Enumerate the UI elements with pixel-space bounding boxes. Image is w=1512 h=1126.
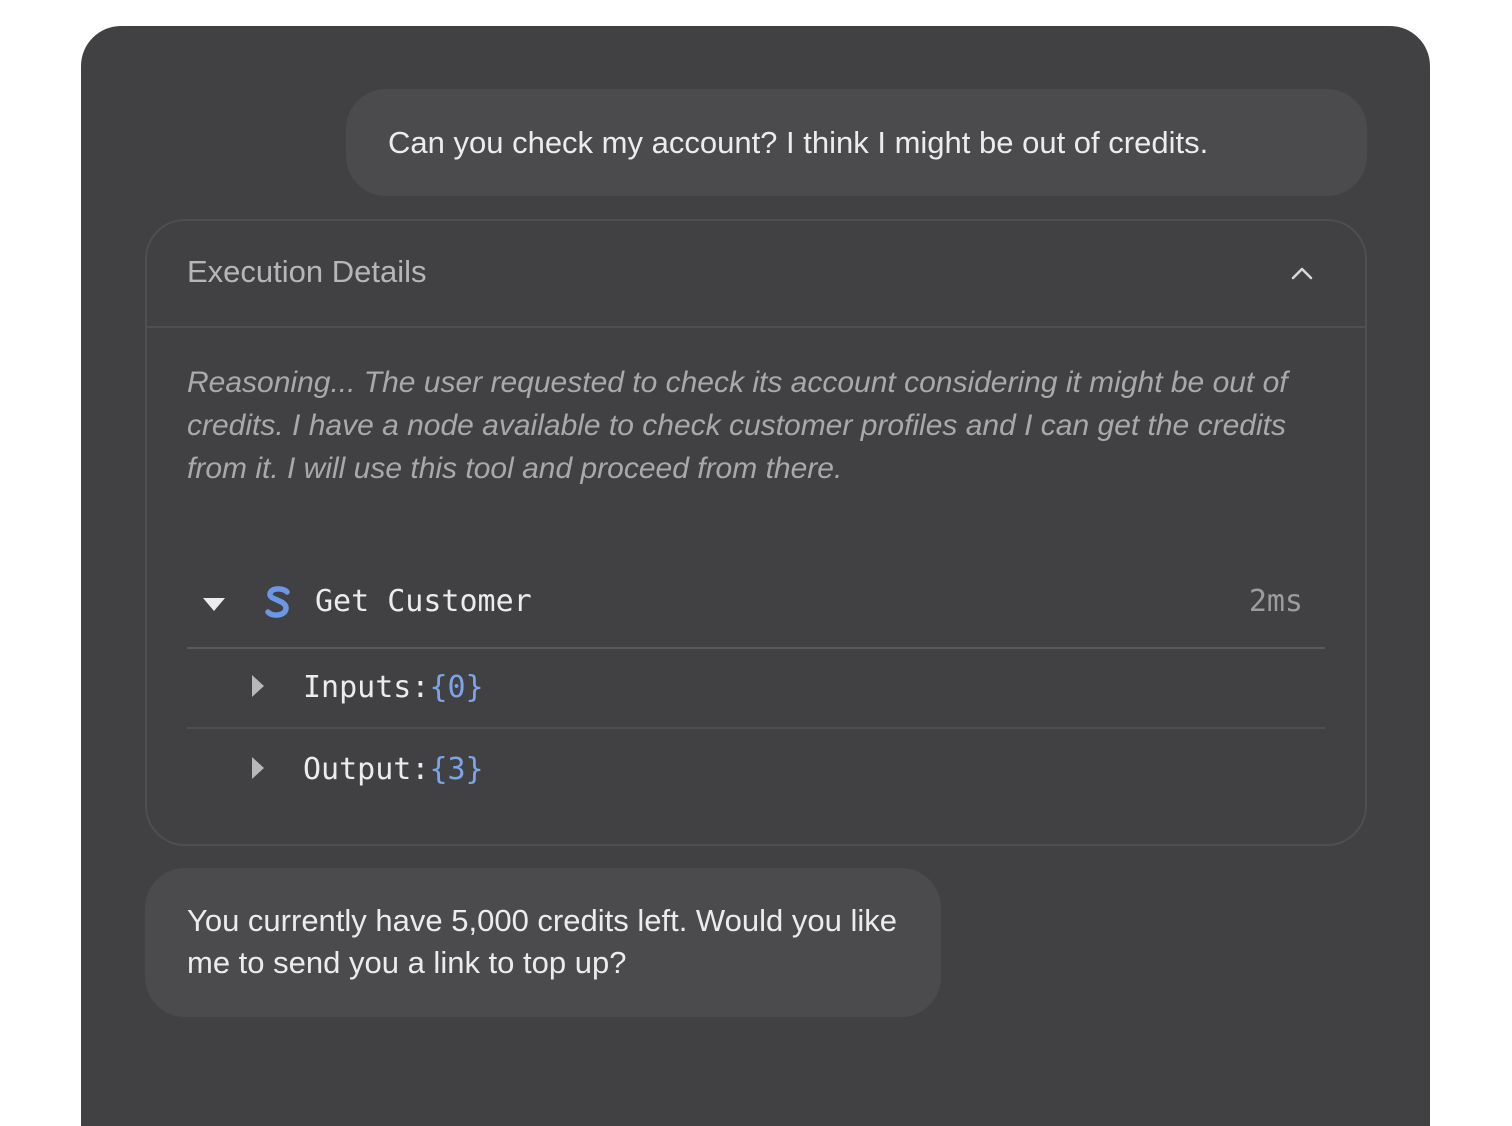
tool-name: Get Customer [315, 584, 532, 619]
inputs-count: {0} [429, 670, 484, 705]
chevron-up-icon[interactable] [1285, 257, 1319, 291]
output-label-text: Output: [303, 752, 430, 787]
tool-call-row[interactable]: Get Customer 2ms [187, 561, 1325, 649]
assistant-message-text: You currently have 5,000 credits left. W… [187, 903, 897, 980]
output-row[interactable]: Output:{3} [187, 731, 1325, 811]
execution-details-card: Execution Details Reasoning... The user … [145, 219, 1367, 846]
output-label: Output:{3} [303, 749, 484, 791]
inputs-label: Inputs:{0} [303, 667, 484, 709]
user-message-text: Can you check my account? I think I migh… [388, 125, 1209, 160]
caret-down-icon[interactable] [203, 598, 225, 612]
assistant-message-bubble: You currently have 5,000 credits left. W… [145, 868, 941, 1017]
execution-details-title: Execution Details [187, 254, 427, 289]
tool-duration: 2ms [1248, 584, 1303, 619]
s-logo-icon [265, 585, 291, 619]
caret-right-icon[interactable] [251, 674, 265, 698]
inputs-label-text: Inputs: [303, 670, 430, 705]
user-message-bubble: Can you check my account? I think I migh… [346, 89, 1367, 196]
caret-right-icon[interactable] [251, 756, 265, 780]
reasoning-text: Reasoning... The user requested to check… [187, 366, 1288, 485]
output-count: {3} [429, 752, 484, 787]
execution-details-header[interactable]: Execution Details [147, 221, 1365, 328]
inputs-row[interactable]: Inputs:{0} [187, 649, 1325, 729]
